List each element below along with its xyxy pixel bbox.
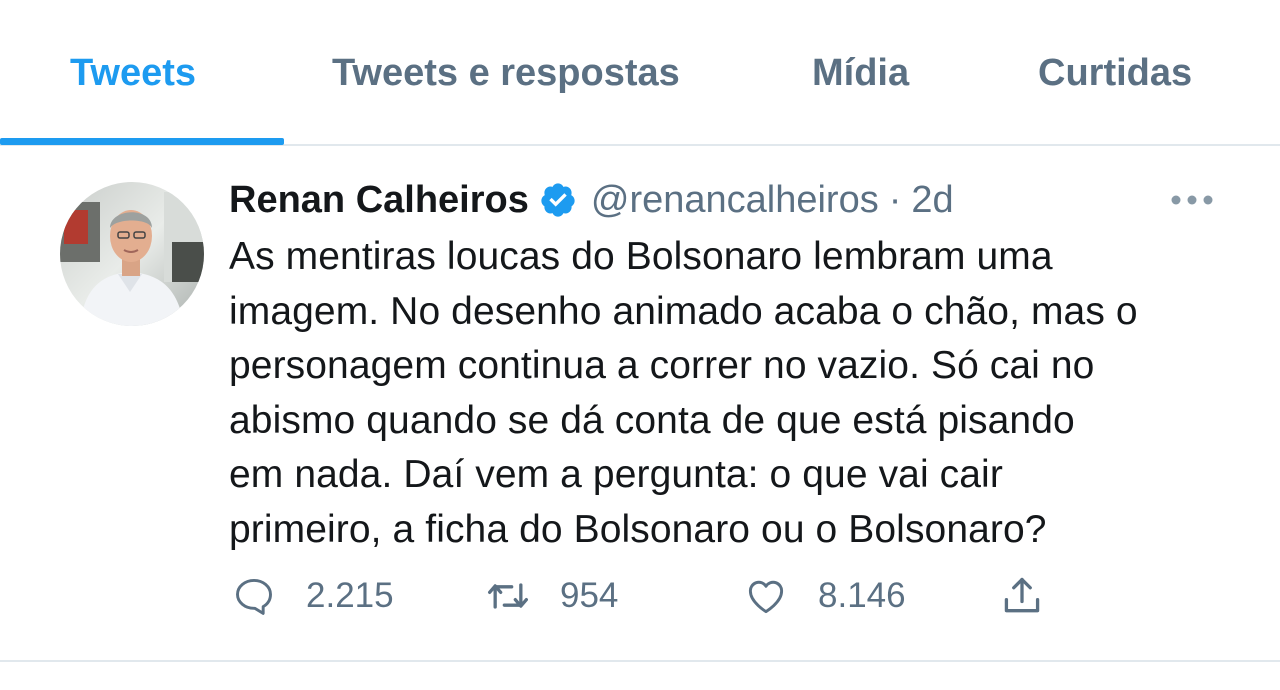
active-tab-indicator <box>0 138 284 145</box>
tweet-text-line: imagem. No desenho animado acaba o chão,… <box>229 289 1138 333</box>
avatar-photo <box>60 182 204 326</box>
tweet-header: Renan Calheiros @renancalheiros · 2d <box>229 178 954 222</box>
tweet-text-line: personagem continua a correr no vazio. S… <box>229 344 1095 387</box>
retweet-button[interactable]: 954 <box>486 574 618 618</box>
author-handle[interactable]: @renancalheiros <box>591 179 879 222</box>
tweet[interactable]: Renan Calheiros @renancalheiros · 2d As … <box>0 146 1280 662</box>
tweet-text-line: primeiro, a ficha do Bolsonaro ou o Bols… <box>229 507 1047 551</box>
tab-midia[interactable]: Mídia <box>812 52 909 108</box>
tweet-text-line: As mentiras loucas do Bolsonaro lembram … <box>229 235 1053 278</box>
tweet-text: As mentiras loucas do Bolsonaro lembram … <box>229 230 1239 557</box>
tweet-timestamp[interactable]: 2d <box>911 179 953 222</box>
share-icon <box>1004 577 1040 613</box>
author-name[interactable]: Renan Calheiros <box>229 179 529 222</box>
reply-count: 2.215 <box>306 576 394 615</box>
profile-tabs: Tweets Tweets e respostas Mídia Curtidas <box>0 0 1280 146</box>
share-button[interactable] <box>1000 574 1044 618</box>
like-count: 8.146 <box>818 576 906 615</box>
heart-icon <box>748 580 784 614</box>
more-icon[interactable] <box>1170 190 1214 210</box>
tab-tweets[interactable]: Tweets <box>70 52 196 108</box>
tab-tweets-e-respostas[interactable]: Tweets e respostas <box>332 52 680 108</box>
tab-curtidas[interactable]: Curtidas <box>1038 52 1192 108</box>
like-button[interactable]: 8.146 <box>744 574 906 618</box>
verified-badge-icon <box>539 181 577 219</box>
avatar[interactable] <box>60 182 204 326</box>
reply-icon <box>236 578 272 615</box>
reply-button[interactable]: 2.215 <box>232 574 394 618</box>
tweet-text-line: em nada. Daí vem a pergunta: o que vai c… <box>229 453 1003 496</box>
retweet-icon <box>488 583 528 609</box>
separator-dot: · <box>888 178 902 221</box>
retweet-count: 954 <box>560 576 619 615</box>
tweet-text-line: abismo quando se dá conta de que está pi… <box>229 398 1075 442</box>
